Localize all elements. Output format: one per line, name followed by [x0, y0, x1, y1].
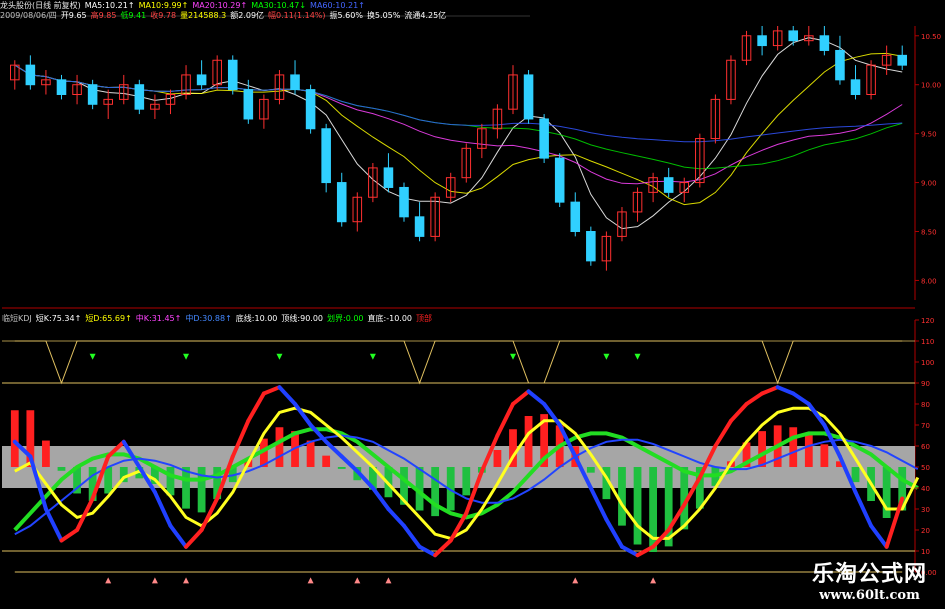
candle-body-36: [570, 201, 581, 232]
price-tick-label-3: 9.00: [921, 180, 937, 188]
candle-body-42: [663, 177, 674, 193]
ind-tick-label-4: 80: [921, 401, 930, 409]
header-ohlc-item-1: 开9.65: [60, 11, 87, 20]
header-ma-line: 龙头股份(日线 前复权) MA5:10.21↑ MA10:9.99↑ MA20:10.…: [0, 1, 369, 11]
candle-body-50: [788, 30, 799, 42]
candle-body-33: [523, 74, 534, 120]
ind-tick-label-10: 20: [921, 527, 930, 535]
indicator-legend-item-5: 底线:10.00: [235, 314, 278, 323]
header-ohlc-item-7: 幅0.11(1.14%): [268, 11, 326, 20]
candle-body-37: [586, 231, 596, 262]
indicator-legend-item-6: 顶线:90.00: [281, 314, 324, 323]
indicator-legend-item-4: 中D:30.88↑: [185, 314, 232, 323]
candle-body-48: [757, 35, 767, 47]
ind-tick-label-2: 100: [921, 359, 934, 367]
header-ohlc-item-0: 2009/08/06/四: [0, 11, 57, 20]
header-ma-item-0: 龙头股份(日线 前复权): [0, 1, 81, 10]
ind-tick-label-7: 50: [921, 464, 930, 472]
candle-body-26: [414, 216, 425, 237]
ind-tick-label-8: 40: [921, 485, 930, 493]
candle-body-12: [196, 74, 207, 86]
watermark-url: www.60lt.com: [819, 588, 920, 603]
indicator-legend-item-3: 中K:31.45↑: [135, 314, 182, 323]
ind-tick-label-5: 70: [921, 422, 930, 430]
ind-tick-label-9: 30: [921, 506, 930, 514]
header-ma-item-5: MA60:10.21↑: [310, 1, 365, 10]
stock-chart-canvas: 10.50 10.00 9.50 9.00 8.50 8.00 120 110 100 90 80…: [0, 0, 945, 609]
ind-tick-label-3: 90: [921, 380, 930, 388]
candle-body-3: [56, 79, 67, 95]
ind-tick-label-6: 60: [921, 443, 930, 451]
indicator-legend-item-2: 短D:65.69↑: [85, 314, 132, 323]
candle-body-57: [897, 54, 907, 66]
ind-tick-label-0: 120: [921, 317, 934, 325]
candle-body-25: [399, 186, 409, 218]
candle-body-54: [850, 79, 861, 95]
candle-body-52: [819, 35, 830, 51]
watermark: 乐淘公式网 www.60lt.com: [812, 556, 927, 603]
header-ma-item-1: MA5:10.21↑: [84, 1, 135, 10]
candle-body-1: [25, 64, 36, 86]
header-ohlc-item-4: 收9.78: [150, 11, 177, 20]
header-ma-item-3: MA20:10.29↑: [192, 1, 248, 10]
candle-body-24: [383, 167, 394, 188]
indicator-legend-item-7: 划界:0.00: [327, 314, 364, 323]
price-tick-label-4: 8.50: [921, 229, 937, 237]
indicator-legend-item-9: 顶部: [416, 314, 433, 323]
header-ohlc-item-9: 换5.05%: [366, 11, 401, 20]
header-ohlc-item-10: 流通4.25亿: [404, 11, 447, 20]
indicator-legend-item-8: 直底:-10.00: [367, 314, 413, 323]
header-ohlc-item-2: 高9.85: [90, 11, 117, 20]
candle-body-21: [336, 182, 347, 223]
header-ohlc-item-6: 额2.09亿: [230, 11, 265, 20]
candle-body-35: [554, 157, 565, 203]
candle-body-5: [87, 84, 98, 105]
ind-tick-label-11: 10: [921, 548, 930, 556]
price-tick-label-0: 10.50: [921, 33, 941, 41]
header-ohlc-item-8: 振5.60%: [329, 11, 363, 20]
price-tick-label-1: 10.00: [921, 82, 941, 90]
header-ma-item-4: MA30:10.47↓: [251, 1, 307, 10]
indicator-legend: 临短KDJ 短K:75.34↑ 短D:65.69↑ 中K:31.45↑ 中D:30.88…: [2, 314, 436, 324]
header-ohlc-line: 2009/08/06/四 开9.65 高9.85 低9.41 收9.78 量214588.…: [0, 11, 450, 21]
candle-body-18: [290, 74, 300, 91]
ind-tick-label-1: 110: [921, 338, 934, 346]
candle-body-53: [835, 49, 845, 81]
candle-body-14: [227, 59, 238, 91]
price-tick-label-2: 9.50: [921, 131, 937, 139]
indicator-legend-item-0: 临短KDJ: [2, 314, 32, 323]
indicator-legend-item-1: 短K:75.34↑: [35, 314, 82, 323]
candle-body-15: [243, 89, 254, 120]
header-ma-item-2: MA10:9.99↑: [138, 1, 189, 10]
candle-body-34: [539, 118, 549, 159]
header-ohlc-item-5: 量214588.3: [180, 11, 227, 20]
price-tick-label-5: 8.00: [921, 277, 937, 285]
candle-body-19: [305, 89, 316, 130]
candle-body-20: [321, 128, 331, 184]
watermark-title: 乐淘公式网: [811, 561, 927, 587]
candle-body-8: [134, 84, 145, 110]
header-ohlc-item-3: 低9.41: [120, 11, 147, 20]
